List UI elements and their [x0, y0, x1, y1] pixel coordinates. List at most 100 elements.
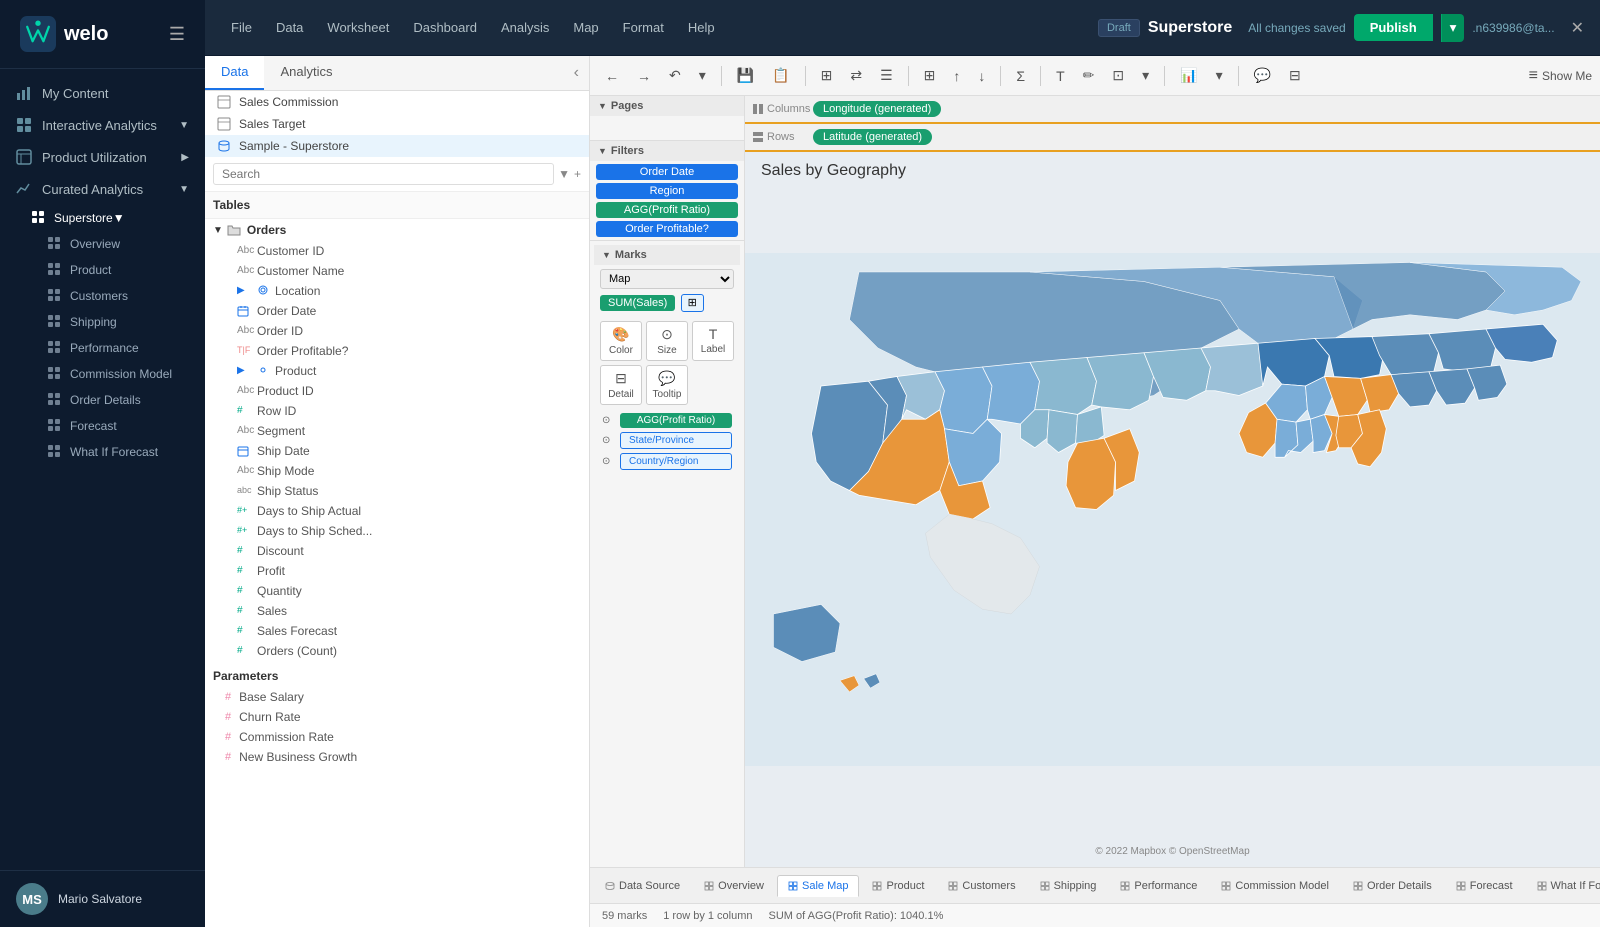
sidebar-item-my-content[interactable]: My Content [0, 77, 205, 109]
edit-button[interactable]: ✏ [1076, 63, 1102, 88]
filter-order-profitable[interactable]: Order Profitable? [596, 221, 738, 237]
sidebar-item-superstore[interactable]: Superstore ▼ [0, 205, 205, 231]
tab-customers[interactable]: Customers [937, 875, 1026, 897]
publish-dropdown-button[interactable]: ▾ [1441, 14, 1465, 42]
sidebar-item-what-if-forecast[interactable]: What If Forecast [0, 439, 205, 465]
field-sales[interactable]: # Sales [205, 601, 589, 621]
latitude-pill[interactable]: Latitude (generated) [813, 129, 932, 145]
field-row-id[interactable]: # Row ID [205, 401, 589, 421]
ds-sales-target[interactable]: Sales Target [205, 113, 589, 135]
param-base-salary[interactable]: # Base Salary [205, 687, 589, 707]
back-button[interactable]: ← [598, 64, 626, 88]
sidebar-item-product[interactable]: Product [0, 257, 205, 283]
tab-product[interactable]: Product [861, 875, 935, 897]
chart-type-button[interactable]: 📊 [1173, 63, 1204, 88]
user-profile[interactable]: MS Mario Salvatore [0, 870, 205, 927]
tab-overview[interactable]: Overview [693, 875, 775, 897]
menu-analysis[interactable]: Analysis [491, 16, 559, 39]
param-churn-rate[interactable]: # Churn Rate [205, 707, 589, 727]
field-location[interactable]: ▶ Location [205, 281, 589, 301]
sidebar-item-curated-analytics[interactable]: Curated Analytics ▼ [0, 173, 205, 205]
field-order-date[interactable]: Order Date [205, 301, 589, 321]
field-sales-forecast[interactable]: # Sales Forecast [205, 621, 589, 641]
field-discount[interactable]: # Discount [205, 541, 589, 561]
filter-profit-ratio[interactable]: AGG(Profit Ratio) [596, 202, 738, 218]
marks-toggle[interactable]: ▼ [602, 250, 611, 260]
filters-toggle[interactable]: ▼ [598, 146, 607, 156]
marks-card-color[interactable]: 🎨 Color [600, 321, 642, 361]
sidebar-item-shipping[interactable]: Shipping [0, 309, 205, 335]
hamburger-icon[interactable]: ☰ [169, 24, 185, 45]
field-customer-name[interactable]: Abc Customer Name [205, 261, 589, 281]
border-button[interactable]: ⊡ [1105, 63, 1131, 88]
orders-table-header[interactable]: ▼ Orders [205, 219, 589, 241]
field-order-id[interactable]: Abc Order ID [205, 321, 589, 341]
field-orders-count[interactable]: # Orders (Count) [205, 641, 589, 661]
sidebar-item-performance[interactable]: Performance [0, 335, 205, 361]
field-segment[interactable]: Abc Segment [205, 421, 589, 441]
country-region-pill[interactable]: Country/Region [620, 453, 732, 470]
filter-region[interactable]: Region [596, 183, 738, 199]
tab-data-source[interactable]: Data Source [594, 875, 691, 897]
sidebar-item-forecast[interactable]: Forecast [0, 413, 205, 439]
menu-file[interactable]: File [221, 16, 262, 39]
swap-button[interactable]: ⇄ [843, 63, 869, 88]
new-sheet-button[interactable]: 📋 [765, 63, 796, 88]
sort-asc[interactable]: ↑ [946, 64, 967, 88]
marks-options[interactable]: ☰ [873, 63, 900, 88]
field-ship-status[interactable]: abc Ship Status [205, 481, 589, 501]
field-product[interactable]: ▶ Product [205, 361, 589, 381]
marks-card-detail[interactable]: ⊟ Detail [600, 365, 642, 405]
close-icon[interactable]: ✕ [1571, 18, 1584, 38]
chart-dropdown[interactable]: ▾ [1209, 63, 1230, 88]
sidebar-item-commission-model[interactable]: Commission Model [0, 361, 205, 387]
marks-card-size[interactable]: ⊙ Size [646, 321, 688, 361]
menu-data[interactable]: Data [266, 16, 313, 39]
search-input[interactable] [213, 163, 554, 185]
param-commission-rate[interactable]: # Commission Rate [205, 727, 589, 747]
field-ship-date[interactable]: Ship Date [205, 441, 589, 461]
publish-button[interactable]: Publish [1354, 14, 1433, 41]
tooltip-button[interactable]: 💬 [1247, 63, 1278, 88]
marks-options-icon[interactable]: ⊞ [681, 294, 704, 312]
show-me-button[interactable]: ≡ Show Me [1529, 67, 1592, 85]
marks-type-select[interactable]: Map Bar Line Circle [600, 269, 734, 289]
tab-forecast[interactable]: Forecast [1445, 875, 1524, 897]
field-ship-mode[interactable]: Abc Ship Mode [205, 461, 589, 481]
field-product-id[interactable]: Abc Product ID [205, 381, 589, 401]
tab-performance[interactable]: Performance [1109, 875, 1208, 897]
tab-commission-model[interactable]: Commission Model [1210, 875, 1340, 897]
tab-analytics[interactable]: Analytics [264, 56, 348, 90]
marks-card-tooltip[interactable]: 💬 Tooltip [646, 365, 688, 405]
tab-sale-map[interactable]: Sale Map [777, 875, 859, 897]
save-button[interactable]: 💾 [730, 63, 761, 88]
panel-close-icon[interactable]: ‹ [564, 56, 589, 90]
longitude-pill[interactable]: Longitude (generated) [813, 101, 941, 117]
sidebar-item-product-utilization[interactable]: Product Utilization ▶ [0, 141, 205, 173]
menu-format[interactable]: Format [613, 16, 674, 39]
param-new-business[interactable]: # New Business Growth [205, 747, 589, 767]
sidebar-item-order-details[interactable]: Order Details [0, 387, 205, 413]
field-quantity[interactable]: # Quantity [205, 581, 589, 601]
menu-dashboard[interactable]: Dashboard [403, 16, 487, 39]
marks-select-button[interactable]: ⊞ [814, 63, 840, 88]
filter-icon[interactable]: ▼ [558, 167, 570, 181]
tab-data[interactable]: Data [205, 56, 264, 90]
state-province-pill[interactable]: State/Province [620, 432, 732, 449]
border-dropdown[interactable]: ▾ [1135, 63, 1156, 88]
redo-dropdown[interactable]: ▾ [692, 63, 713, 88]
field-order-profitable[interactable]: T|F Order Profitable? [205, 341, 589, 361]
field-days-to-ship[interactable]: #+ Days to Ship Actual [205, 501, 589, 521]
tab-order-details[interactable]: Order Details [1342, 875, 1443, 897]
sidebar-item-customers[interactable]: Customers [0, 283, 205, 309]
marks-card-label[interactable]: T Label [692, 321, 734, 361]
text-button[interactable]: T [1049, 64, 1072, 88]
menu-map[interactable]: Map [563, 16, 608, 39]
tab-what-if-forecast[interactable]: What If Forecast [1526, 875, 1600, 897]
sum-sales-pill[interactable]: SUM(Sales) [600, 295, 675, 311]
menu-worksheet[interactable]: Worksheet [317, 16, 399, 39]
menu-help[interactable]: Help [678, 16, 725, 39]
field-customer-id[interactable]: Abc Customer ID [205, 241, 589, 261]
filter-button[interactable]: ⊟ [1282, 63, 1308, 88]
sort-desc[interactable]: ↓ [971, 64, 992, 88]
